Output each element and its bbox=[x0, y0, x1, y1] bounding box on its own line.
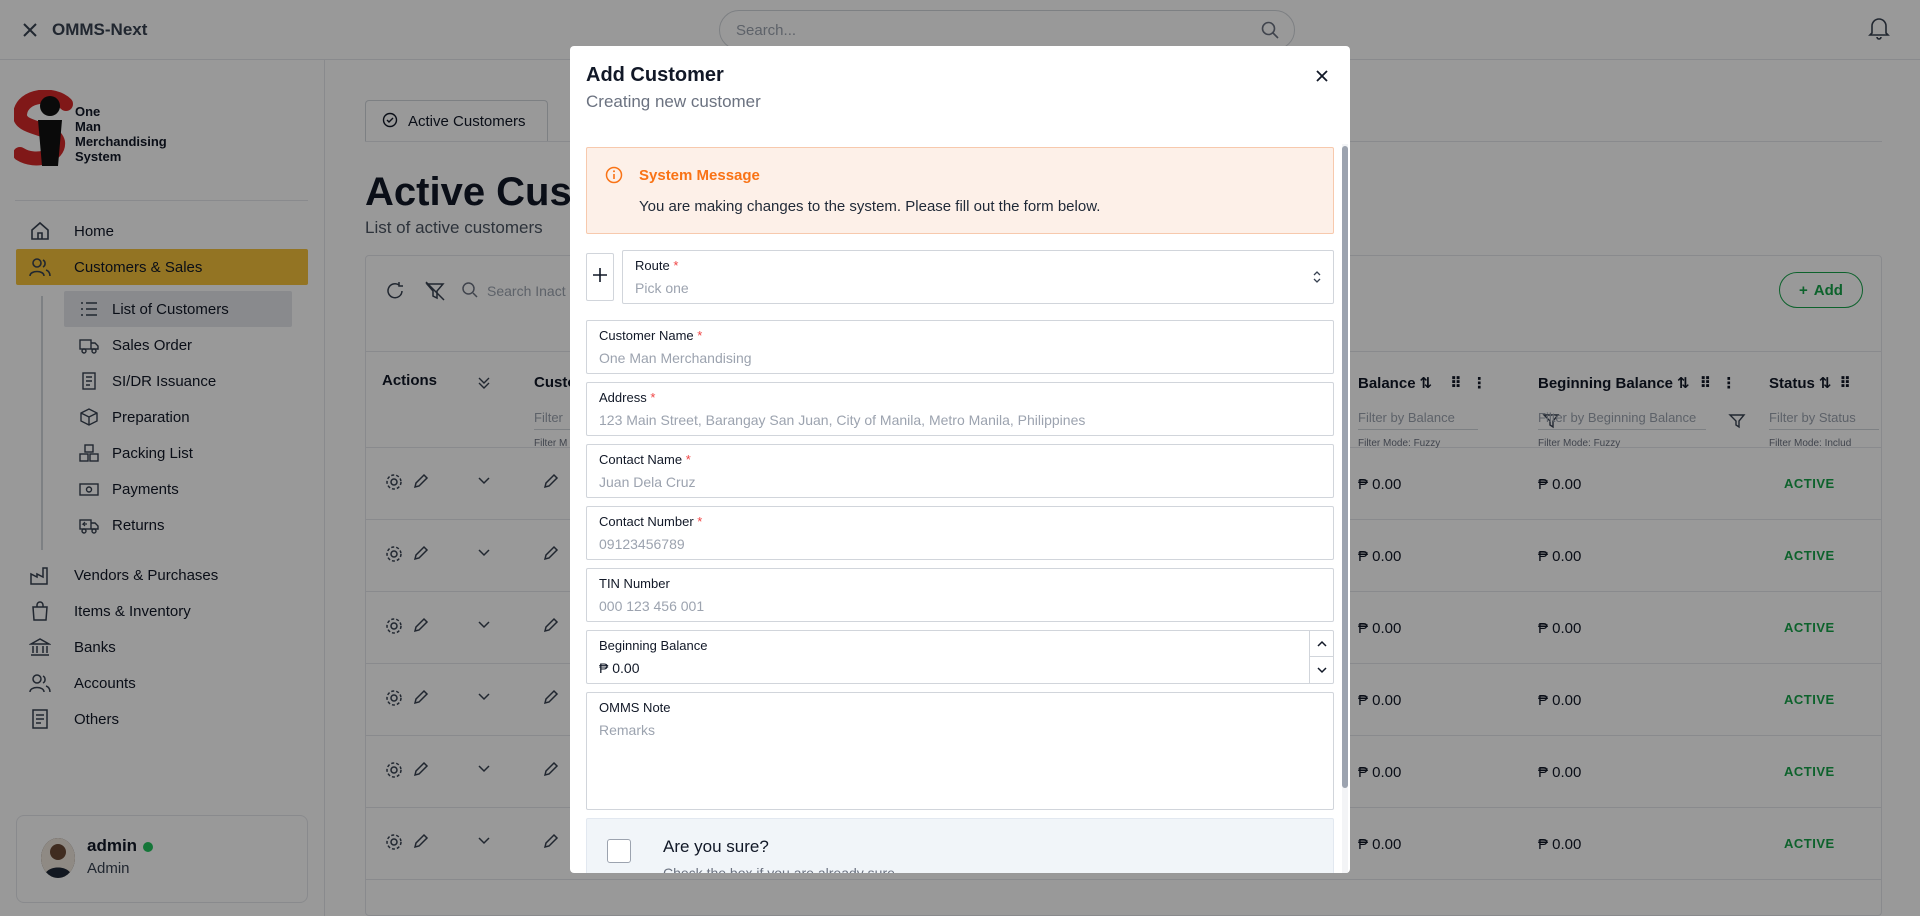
route-select[interactable]: Route * Pick one bbox=[622, 250, 1334, 304]
contact-number-field[interactable]: Contact Number * 09123456789 bbox=[586, 506, 1334, 560]
route-label: Route * bbox=[635, 258, 678, 273]
address-field[interactable]: Address * 123 Main Street, Barangay San … bbox=[586, 382, 1334, 436]
confirm-title: Are you sure? bbox=[663, 837, 769, 856]
address-label-text: Address bbox=[599, 390, 647, 405]
balance-stepper bbox=[1309, 631, 1333, 683]
route-label-text: Route bbox=[635, 258, 670, 273]
contact-name-field[interactable]: Contact Name * Juan Dela Cruz bbox=[586, 444, 1334, 498]
contact-name-label-text: Contact Name bbox=[599, 452, 683, 467]
confirmation-box: Are you sure? Check the box if you are a… bbox=[586, 818, 1334, 873]
confirm-checkbox[interactable] bbox=[607, 839, 631, 863]
contact-number-placeholder: 09123456789 bbox=[599, 536, 685, 552]
beginning-balance-value: ₱ 0.00 bbox=[599, 660, 640, 676]
required-marker: * bbox=[697, 328, 703, 343]
address-label: Address * bbox=[599, 390, 655, 405]
required-marker: * bbox=[685, 452, 691, 467]
system-message-body: You are making changes to the system. Pl… bbox=[639, 198, 1101, 215]
dialog-subtitle: Creating new customer bbox=[586, 92, 761, 111]
omms-note-placeholder: Remarks bbox=[599, 722, 656, 738]
add-customer-dialog: Add Customer Creating new customer Syste… bbox=[570, 46, 1350, 873]
tin-number-label: TIN Number bbox=[599, 576, 670, 591]
contact-number-label: Contact Number * bbox=[599, 514, 702, 529]
route-placeholder: Pick one bbox=[635, 280, 689, 296]
confirm-subtitle: Check the box if you are already sure bbox=[663, 865, 895, 873]
contact-name-placeholder: Juan Dela Cruz bbox=[599, 474, 696, 490]
beginning-balance-label: Beginning Balance bbox=[599, 638, 708, 653]
chevron-down-icon[interactable] bbox=[1310, 657, 1333, 683]
tin-number-field[interactable]: TIN Number 000 123 456 001 bbox=[586, 568, 1334, 622]
omms-note-field[interactable]: OMMS Note Remarks bbox=[586, 692, 1334, 810]
close-icon[interactable] bbox=[1310, 64, 1334, 88]
required-marker: * bbox=[673, 258, 679, 273]
omms-note-label: OMMS Note bbox=[599, 700, 671, 715]
address-placeholder: 123 Main Street, Barangay San Juan, City… bbox=[599, 412, 1086, 428]
required-marker: * bbox=[697, 514, 703, 529]
contact-name-label: Contact Name * bbox=[599, 452, 691, 467]
customer-name-label: Customer Name * bbox=[599, 328, 702, 343]
info-icon bbox=[605, 166, 623, 189]
tin-number-placeholder: 000 123 456 001 bbox=[599, 598, 705, 614]
add-route-button[interactable] bbox=[586, 253, 614, 301]
customer-name-placeholder: One Man Merchandising bbox=[599, 350, 752, 366]
customer-name-field[interactable]: Customer Name * One Man Merchandising bbox=[586, 320, 1334, 374]
system-message-alert: System Message You are making changes to… bbox=[586, 147, 1334, 234]
chevron-up-icon[interactable] bbox=[1310, 631, 1333, 657]
beginning-balance-field[interactable]: Beginning Balance ₱ 0.00 bbox=[586, 630, 1334, 684]
system-message-title: System Message bbox=[639, 167, 760, 184]
contact-number-label-text: Contact Number bbox=[599, 514, 694, 529]
dialog-scrollbar-thumb[interactable] bbox=[1342, 146, 1348, 788]
chevron-up-down-icon bbox=[1311, 269, 1323, 290]
customer-name-label-text: Customer Name bbox=[599, 328, 694, 343]
dialog-title: Add Customer bbox=[586, 64, 724, 86]
required-marker: * bbox=[650, 390, 656, 405]
plus-icon bbox=[592, 267, 608, 288]
